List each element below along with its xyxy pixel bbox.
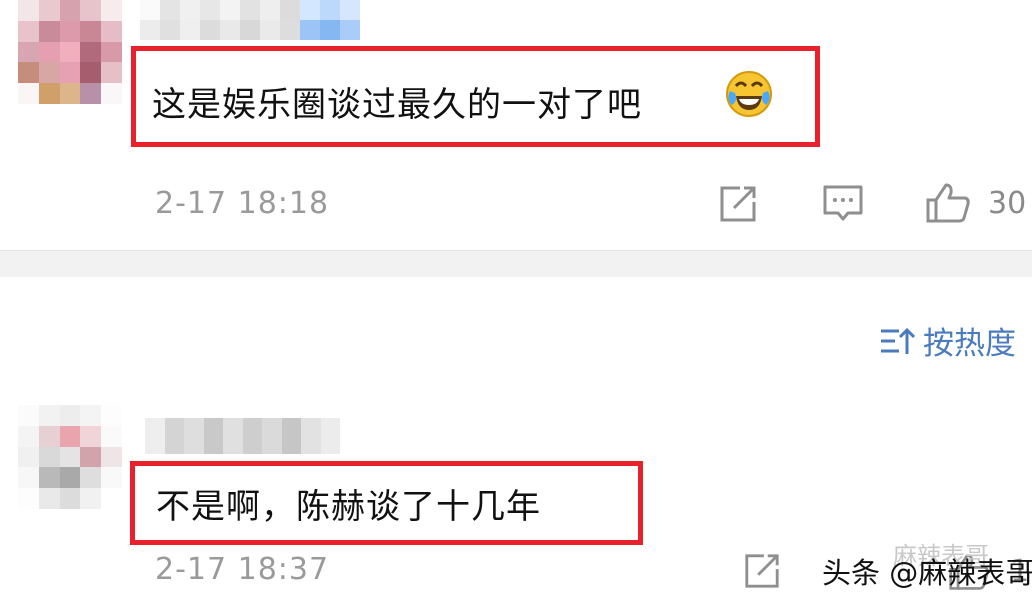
sort-by-hot-button[interactable]: 按热度: [879, 318, 1016, 363]
comment-text: 这是娱乐圈谈过最久的一对了吧: [152, 85, 642, 125]
username-blurred[interactable]: [140, 0, 360, 40]
share-icon[interactable]: [718, 184, 758, 224]
avatar[interactable]: [18, 405, 122, 509]
like-icon[interactable]: [925, 182, 971, 224]
comment-text: 不是啊，陈赫谈了十几年: [156, 487, 541, 527]
sort-icon: [881, 327, 915, 354]
reply-icon[interactable]: [822, 184, 864, 224]
sort-label: 按热度: [923, 326, 1016, 362]
section-divider: [0, 250, 1032, 277]
username-blurred[interactable]: [145, 418, 340, 454]
avatar[interactable]: [18, 0, 122, 104]
comment-time: 2-17 18:18: [155, 186, 330, 221]
comment-time: 2-17 18:37: [155, 552, 330, 587]
laughing-crying-emoji-icon: [726, 71, 772, 117]
like-count: 30: [988, 186, 1027, 221]
watermark: 头条 @麻辣表哥: [822, 556, 1032, 590]
share-icon[interactable]: [743, 552, 781, 590]
